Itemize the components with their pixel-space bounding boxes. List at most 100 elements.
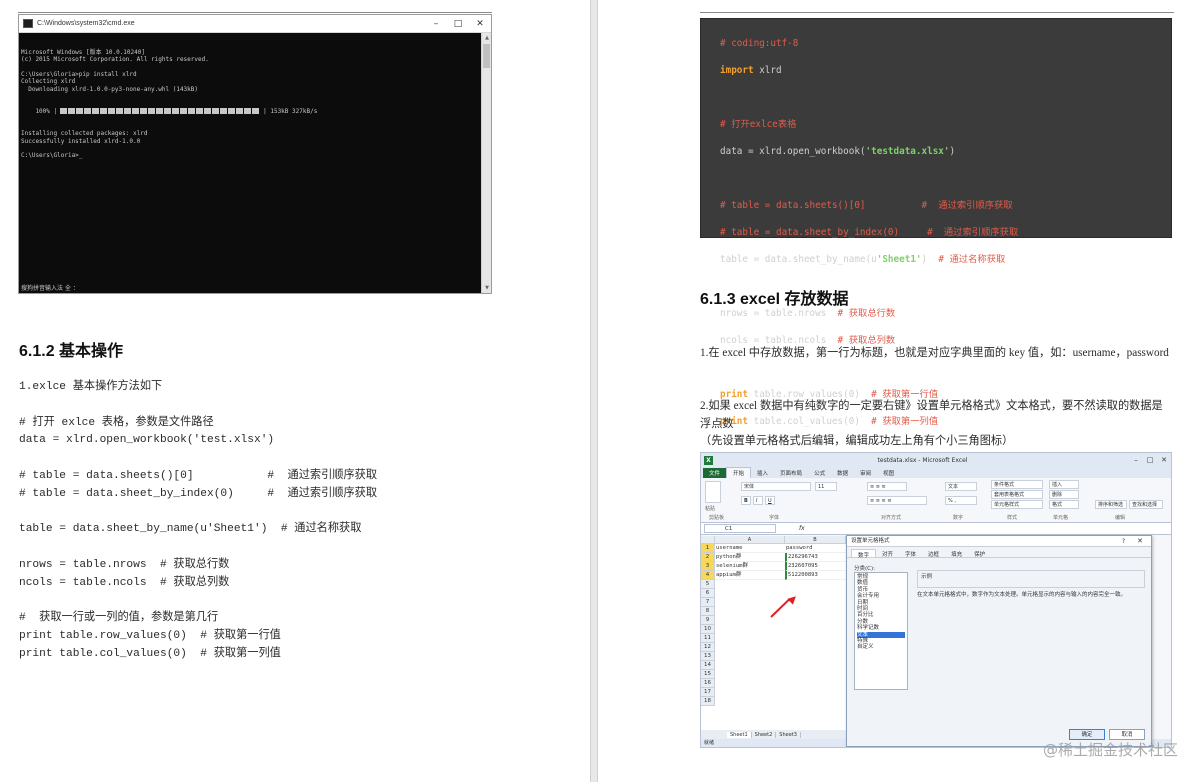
ribbon-tab[interactable]: 公式: [808, 468, 831, 478]
row-header[interactable]: 6: [701, 589, 715, 598]
scroll-thumb[interactable]: [483, 44, 490, 68]
column-header-a[interactable]: A: [715, 536, 785, 544]
underline-button[interactable]: U: [765, 496, 775, 505]
style-button[interactable]: 套用表格格式: [991, 490, 1043, 499]
category-list[interactable]: 常规 数值 货币 会计专用 日期 时间 百分比 分数 科学记数 文本 特殊 自定义: [854, 572, 908, 690]
row-header[interactable]: 4: [701, 571, 715, 580]
cell-button[interactable]: 格式: [1049, 500, 1079, 509]
section-heading-6-1-2: 6.1.2 基本操作: [19, 343, 124, 360]
watermark: @稀土掘金技术社区: [1042, 741, 1178, 759]
bold-button[interactable]: B: [741, 496, 751, 505]
row-header[interactable]: 3: [701, 562, 715, 571]
sheet-tab[interactable]: Sheet2: [752, 731, 777, 738]
cell-a[interactable]: python群: [715, 553, 785, 562]
ribbon-tab[interactable]: 数据: [831, 468, 854, 478]
row-header[interactable]: 7: [701, 598, 715, 607]
spreadsheet-grid[interactable]: A B 1 username password 2 python群 226296743 3 s…: [701, 536, 846, 732]
sheet-tab[interactable]: Sheet3: [776, 731, 801, 738]
category-item[interactable]: 自定义: [857, 644, 905, 650]
dialog-tab[interactable]: 字体: [899, 549, 922, 558]
scroll-up-icon[interactable]: ▲: [482, 33, 492, 43]
ribbon-tab[interactable]: 页面布局: [774, 468, 808, 478]
row-header[interactable]: 2: [701, 553, 715, 562]
cell-a[interactable]: username: [715, 544, 785, 553]
align-top-buttons[interactable]: ≡ ≡ ≡: [867, 482, 907, 491]
row-header[interactable]: 16: [701, 679, 715, 688]
cell-a[interactable]: appium群: [715, 571, 785, 580]
ribbon-group-label: 单元格: [1053, 515, 1069, 521]
row-header[interactable]: 18: [701, 697, 715, 706]
body-line: ncols = table.ncols # 获取总列数: [19, 576, 230, 589]
dialog-tab[interactable]: 保护: [968, 549, 991, 558]
excel-titlebar: X testdata.xlsx - Microsoft Excel – □ ✕: [701, 453, 1171, 467]
cell-button[interactable]: 删除: [1049, 490, 1079, 499]
paragraph-3: （先设置单元格格式后编辑，编辑成功左上角有个小三角图标）: [700, 435, 1014, 447]
row-header[interactable]: 1: [701, 544, 715, 553]
close-icon[interactable]: ✕: [1137, 536, 1143, 547]
font-name-select[interactable]: 宋体: [741, 482, 811, 491]
dialog-tab[interactable]: 填充: [945, 549, 968, 558]
ribbon-tab[interactable]: 视图: [877, 468, 900, 478]
sample-box: [917, 570, 1145, 588]
body-line: table = data.sheet_by_name(u'Sheet1') # …: [19, 523, 362, 536]
percent-button[interactable]: % ,: [945, 496, 977, 505]
body-line: [19, 397, 377, 415]
name-box[interactable]: C1: [704, 524, 776, 533]
row-header[interactable]: 12: [701, 643, 715, 652]
body-line: [19, 504, 377, 522]
ribbon-tab[interactable]: 开始: [726, 467, 752, 478]
row-header[interactable]: 14: [701, 661, 715, 670]
dialog-tab[interactable]: 对齐: [876, 549, 899, 558]
fx-icon[interactable]: fx: [799, 525, 805, 532]
close-icon[interactable]: ✕: [469, 19, 491, 29]
row-header[interactable]: 9: [701, 616, 715, 625]
row-header[interactable]: 15: [701, 670, 715, 679]
align-buttons[interactable]: ≡ ≡ ≡ ≡: [867, 496, 927, 505]
maximize-icon[interactable]: □: [447, 19, 469, 29]
font-size-select[interactable]: 11: [815, 482, 837, 491]
sheet-tab[interactable]: Sheet1: [727, 731, 752, 738]
cell-b[interactable]: 232607095: [785, 562, 846, 571]
cmd-scrollbar[interactable]: ▲ ▼: [481, 33, 491, 293]
minimize-icon[interactable]: –: [425, 19, 447, 29]
paste-button[interactable]: [705, 481, 721, 503]
number-format-select[interactable]: 文本: [945, 482, 977, 491]
row-header[interactable]: 5: [701, 580, 715, 589]
ribbon-tabs: 文件 开始 插入 页面布局 公式 数据 审阅 视图: [701, 467, 1171, 478]
scroll-down-icon[interactable]: ▼: [482, 283, 492, 293]
style-button[interactable]: 单元格样式: [991, 500, 1043, 509]
cmd-line: [21, 145, 479, 152]
ribbon-tab[interactable]: 审阅: [854, 468, 877, 478]
minimize-icon[interactable]: –: [1129, 456, 1143, 464]
ribbon-tab[interactable]: 文件: [703, 468, 727, 478]
cell-b[interactable]: password: [785, 544, 846, 553]
formula-bar: C1 fx: [701, 523, 1171, 535]
help-icon[interactable]: ?: [1122, 536, 1125, 547]
dialog-tab[interactable]: 边框: [922, 549, 945, 558]
select-all-corner[interactable]: [701, 536, 715, 544]
row-header[interactable]: 10: [701, 625, 715, 634]
cell-a[interactable]: selenium群: [715, 562, 785, 571]
ribbon-tab[interactable]: 插入: [751, 468, 774, 478]
cell-b[interactable]: 226296743: [785, 553, 846, 562]
italic-button[interactable]: I: [753, 496, 763, 505]
find-select-button[interactable]: 查找和选择: [1129, 500, 1163, 509]
sample-label: 示例: [921, 574, 933, 580]
row-header[interactable]: 13: [701, 652, 715, 661]
cell-button[interactable]: 插入: [1049, 480, 1079, 489]
body-line: [19, 539, 377, 557]
cell-b[interactable]: 512200893: [785, 571, 846, 580]
dialog-tab[interactable]: 数字: [851, 549, 877, 559]
row-header[interactable]: 17: [701, 688, 715, 697]
column-header-b[interactable]: B: [785, 536, 846, 544]
sort-filter-button[interactable]: 排序和筛选: [1095, 500, 1127, 509]
row-header[interactable]: 11: [701, 634, 715, 643]
row-header[interactable]: 8: [701, 607, 715, 616]
body-line: # 打开 exlce 表格，参数是文件路径: [19, 416, 214, 429]
maximize-icon[interactable]: □: [1143, 456, 1157, 464]
paste-label: 粘贴: [705, 506, 716, 512]
style-button[interactable]: 条件格式: [991, 480, 1043, 489]
cmd-line: Collecting xlrd: [21, 78, 76, 86]
left-body-text: 1.exlce 基本操作方法如下 # 打开 exlce 表格，参数是文件路径 dat…: [19, 379, 377, 664]
close-icon[interactable]: ✕: [1157, 456, 1171, 464]
